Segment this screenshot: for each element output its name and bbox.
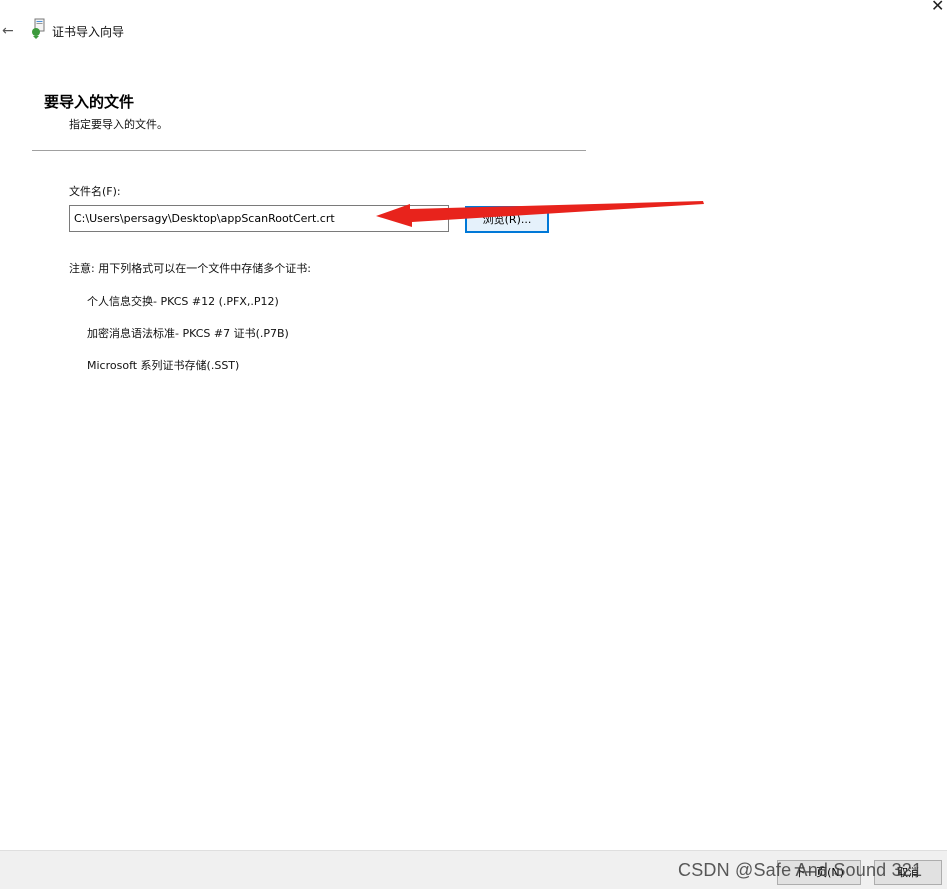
format-item-sst: Microsoft 系列证书存储(.SST) [87, 359, 240, 372]
certificate-wizard-icon [30, 18, 46, 40]
file-name-label: 文件名(F): [69, 185, 121, 198]
watermark: CSDN @Safe And Sound 321 [678, 860, 923, 880]
page-subtitle: 指定要导入的文件。 [69, 118, 168, 131]
format-item-pfx: 个人信息交换- PKCS #12 (.PFX,.P12) [87, 295, 279, 308]
window-title: 证书导入向导 [52, 25, 125, 39]
back-arrow-icon[interactable]: ← [2, 23, 16, 39]
red-annotation-arrow [376, 201, 704, 227]
header-divider [32, 150, 586, 151]
close-icon[interactable]: ✕ [931, 0, 944, 15]
note-text: 注意: 用下列格式可以在一个文件中存储多个证书: [69, 262, 311, 275]
page-title: 要导入的文件 [44, 93, 135, 111]
format-item-p7b: 加密消息语法标准- PKCS #7 证书(.P7B) [87, 327, 289, 340]
